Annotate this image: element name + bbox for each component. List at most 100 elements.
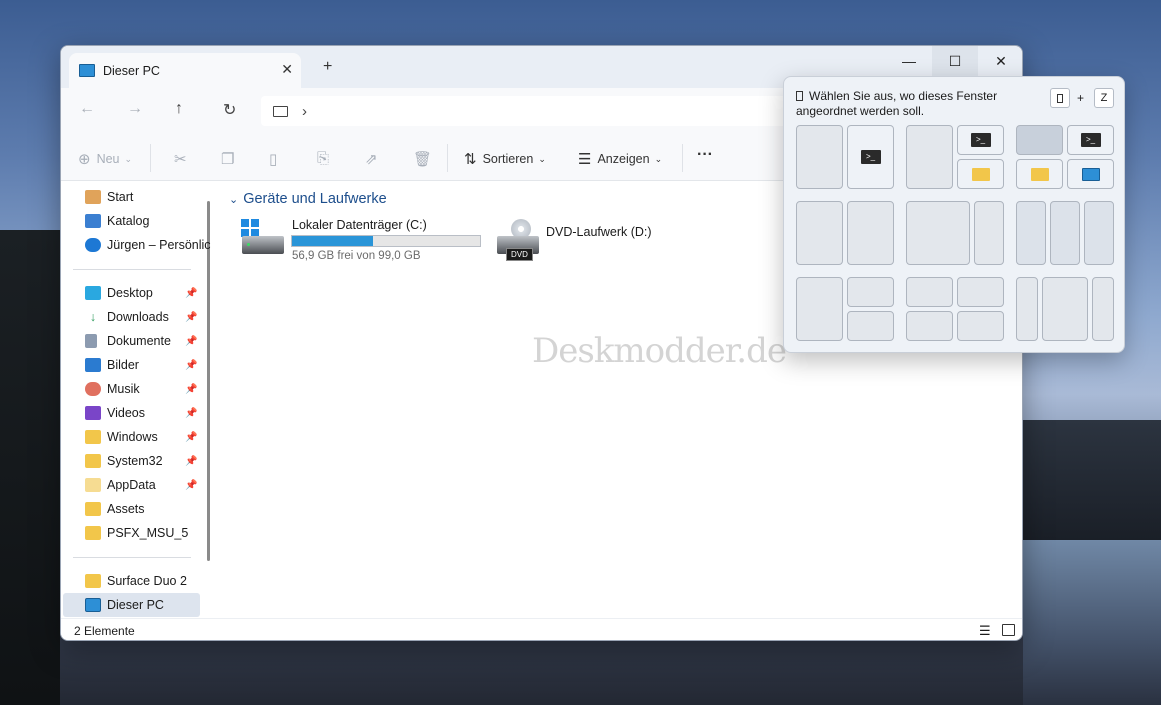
breadcrumb-chevron-icon[interactable]: › [302,103,307,120]
snap-zone[interactable] [906,277,953,307]
snap-zone-pc[interactable] [1067,159,1114,189]
sidebar-item-surface-duo-2[interactable]: Surface Duo 2 [85,570,203,592]
sidebar-item-label: Katalog [107,214,150,228]
tiles-view-icon[interactable] [1002,624,1015,636]
snap-zone[interactable] [1084,201,1114,265]
snap-layouts-flyout: Wählen Sie aus, wo dieses Fenster angeor… [783,76,1125,353]
folder-icon [1030,167,1049,181]
back-icon[interactable]: ← [79,100,95,118]
group-title: Geräte und Laufwerke [243,191,387,207]
sidebar-item-assets[interactable]: Assets [85,498,203,520]
snap-zone[interactable] [1016,125,1063,155]
background-forest [0,230,60,705]
tab-dieser-pc[interactable]: Dieser PC ✕ [69,53,301,88]
refresh-icon[interactable]: ↻ [223,100,236,120]
rename-icon[interactable]: ⎘ [317,150,335,167]
minimize-button[interactable]: — [886,46,932,76]
delete-icon[interactable]: 🗑 [413,150,438,168]
pin-icon[interactable]: 📌 [185,480,197,491]
snap-zone-terminal[interactable]: >_ [957,125,1004,155]
sort-button[interactable]: ⇅ Sortieren ⌄ [464,150,546,168]
drive-free-space: 56,9 GB frei von 99,0 GB [292,250,421,262]
drive-name: Lokaler Datenträger (C:) [292,218,427,232]
snap-zone-folder[interactable] [1016,159,1063,189]
snap-zone[interactable] [796,277,843,341]
paste-icon[interactable]: ▯ [269,150,283,168]
sidebar-item-label: Videos [107,406,145,420]
sidebar-item-katalog[interactable]: Katalog [85,210,203,232]
pin-icon[interactable]: 📌 [185,312,197,323]
snap-zone[interactable] [796,201,843,265]
sidebar-item-start[interactable]: Start [85,186,203,208]
key-plus: + [1077,91,1085,105]
forward-icon[interactable]: → [127,100,143,118]
sidebar-item-label: Assets [107,502,145,516]
sidebar-item-label: Windows [107,430,158,444]
drive-usage-bar [291,235,481,247]
folder-icon [85,502,101,516]
snap-hint-text: Wählen Sie aus, wo dieses Fenster angeor… [796,89,998,118]
copy-icon[interactable]: ❐ [221,150,240,168]
cut-icon[interactable]: ✂ [174,150,193,168]
snap-zone-terminal[interactable]: >_ [847,125,894,189]
maximize-button[interactable]: ☐ [932,46,978,76]
snap-zone[interactable] [906,125,953,189]
gallery-icon [85,214,101,228]
snap-zone[interactable] [1042,277,1088,341]
snap-zone-terminal[interactable]: >_ [1067,125,1114,155]
folder-icon [971,167,990,181]
pin-icon[interactable]: 📌 [185,336,197,347]
plus-circle-icon: ⊕ [78,151,91,168]
music-icon [85,382,101,396]
sidebar-item-dieser-pc[interactable]: Dieser PC [85,594,203,616]
tab-close-icon[interactable]: ✕ [281,61,293,78]
view-icon: ☰ [578,151,592,168]
snap-zone[interactable] [1050,201,1080,265]
snap-zone[interactable] [847,277,894,307]
snap-zone[interactable] [1092,277,1114,341]
chevron-down-icon: ⌄ [538,153,546,164]
pin-icon[interactable]: 📌 [185,432,197,443]
snap-zone[interactable] [1016,201,1046,265]
snap-zone[interactable] [906,201,970,265]
pin-icon[interactable]: 📌 [185,456,197,467]
snap-zone[interactable] [906,311,953,341]
folder-icon [85,526,101,540]
snap-zone[interactable] [796,125,843,189]
sidebar-item-label: Downloads [107,310,169,324]
snap-zone[interactable] [847,201,894,265]
pin-icon[interactable]: 📌 [185,288,197,299]
snap-zone-folder[interactable] [957,159,1004,189]
address-input[interactable]: › [261,96,786,126]
navigation-pane: Start Katalog Jürgen – Persönlic Desktop… [61,181,213,618]
sort-icon: ⇅ [464,151,477,168]
new-tab-button[interactable]: + [323,58,332,76]
hard-drive-icon [242,236,284,254]
sidebar-item-label: Surface Duo 2 [107,574,187,588]
up-icon[interactable]: ↑ [175,100,183,118]
pin-icon[interactable]: 📌 [185,384,197,395]
more-options-button[interactable]: ··· [697,146,713,164]
sidebar-item-onedrive[interactable]: Jürgen – Persönlic [85,234,211,256]
sidebar-item-psfx-msu-5[interactable]: PSFX_MSU_5 [85,522,203,544]
snap-zone[interactable] [847,311,894,341]
share-icon[interactable]: ⇗ [365,150,384,168]
snap-zone[interactable] [974,201,1004,265]
onedrive-icon [85,238,101,252]
snap-zone[interactable] [957,311,1004,341]
group-header-devices[interactable]: ⌄ Geräte und Laufwerke [229,191,387,207]
pin-icon[interactable]: 📌 [185,360,197,371]
new-button[interactable]: ⊕ Neu ⌄ [78,150,132,168]
sort-label: Sortieren [482,152,534,166]
snap-zone[interactable] [1016,277,1038,341]
view-button[interactable]: ☰ Anzeigen ⌄ [578,150,662,168]
desktop-icon [85,286,101,300]
details-view-icon[interactable]: ☰ [979,623,991,639]
close-button[interactable]: ✕ [978,46,1022,76]
snap-zone[interactable] [957,277,1004,307]
divider [73,557,191,558]
pin-icon[interactable]: 📌 [185,408,197,419]
snap-hint: Wählen Sie aus, wo dieses Fenster angeor… [796,89,1026,119]
pictures-icon [85,358,101,372]
sidebar-item-label: Musik [107,382,140,396]
